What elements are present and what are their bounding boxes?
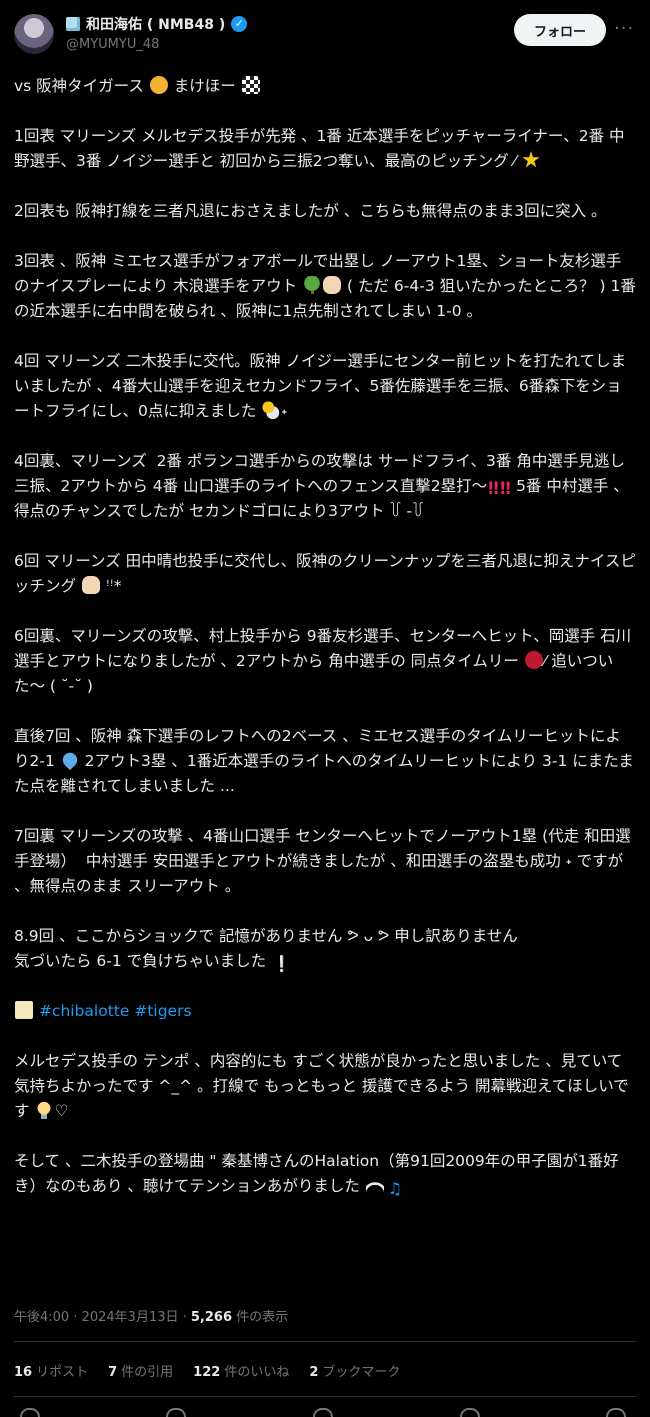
text-segment: 2アウト3塁 、1番近本選手のライトへのタイムリーヒットにより 3-1 にまたま… [14, 752, 634, 795]
views-count: 5,266 [190, 1310, 233, 1325]
tweet-paragraph: 3回表 、阪神 ミエセス選手がフォアボールで出塁し ノーアウト1塁、ショート友杉… [14, 249, 636, 324]
text-segment: メルセデス投手の テンポ 、内容的にも すごく状態が良かったと思いました 、見て… [14, 1052, 629, 1120]
stat-label: 件の引用 [121, 1365, 174, 1380]
tweet-paragraph: 8.9回 、ここからショックで 記憶がありません ᕗ ᴗ ᕗ 申し訳ありません … [14, 924, 636, 974]
bookmark-icon[interactable] [460, 1408, 480, 1417]
memo-icon [15, 1001, 33, 1019]
raised-hands-icon [81, 576, 100, 594]
stat-count: 7 [108, 1365, 118, 1380]
sun-behind-cloud-icon [262, 401, 281, 419]
text-segment: ♡ [54, 1102, 69, 1120]
tree-icon [303, 276, 322, 294]
stat-label: ブックマーク [322, 1365, 401, 1380]
tweet-paragraph: 4回 マリーンズ 二木投手に交代。阪神 ノイジー選手にセンター前ヒットを打たれて… [14, 349, 636, 424]
light-bulb-icon [35, 1101, 54, 1119]
exclamation-icon: ❕ [272, 955, 292, 973]
tweet-timestamp[interactable]: 午後4:00 · 2024年3月13日 · 5,266 件の表示 [14, 1306, 288, 1325]
text-segment: vs 阪神タイガース [14, 77, 144, 95]
text-segment: まけほー [168, 77, 241, 95]
tweet-paragraph: vs 阪神タイガース まけほー [14, 74, 636, 99]
tweet-text: vs 阪神タイガース まけほー 1回表 マリーンズ メルセデス投手が先発 、1番… [14, 70, 636, 1224]
text-segment: そして 、二木投手の登場曲 " 秦基博さんのHalation（第91回2009年… [14, 1152, 619, 1195]
stat-label: 件のいいね [224, 1365, 290, 1380]
checkered-flag-icon [241, 76, 260, 94]
tweet-paragraph: 1回表 マリーンズ メルセデス投手が先発 、1番 近本選手をピッチャーライナー、… [14, 124, 636, 174]
author-name-row[interactable]: 和田海佑 ( NMB48 ) ✓ [66, 14, 248, 34]
tweet-paragraph: そして 、二木投手の登場曲 " 秦基博さんのHalation（第91回2009年… [14, 1149, 636, 1199]
droplet-icon [59, 749, 80, 771]
tweet-paragraph: 2回表も 阪神打線を三者凡退におさえましたが 、こちらも無得点のまま3回に突入 … [14, 202, 607, 220]
views-label: 件の表示 [232, 1310, 289, 1325]
double-exclamation-icon: ‼ [500, 479, 511, 499]
tweet-paragraph: 6回裏、マリーンズの攻撃、村上投手から 9番友杉選手、センターへヒット、岡選手 … [14, 624, 636, 699]
like-icon[interactable] [313, 1408, 333, 1417]
stat-count: 2 [309, 1365, 319, 1380]
stat-count: 122 [193, 1365, 221, 1380]
star-icon [522, 151, 540, 168]
more-options-icon[interactable]: ··· [614, 18, 634, 39]
double-exclamation-icon: ‼ [488, 479, 499, 499]
follow-button[interactable]: フォロー [514, 14, 606, 46]
tweet-paragraph: 直後7回 、阪神 森下選手のレフトへの2ベース 、ミエセス選手のタイムリーヒット… [14, 724, 636, 799]
divider [14, 1396, 636, 1397]
tweet-paragraph: 7回裏 マリーンズの攻撃 、4番山口選手 センターへヒットでノーアウト1塁 (代… [14, 827, 631, 895]
tweet-paragraph: メルセデス投手の テンポ 、内容的にも すごく状態が良かったと思いました 、見て… [14, 1049, 636, 1124]
stat-count: 16 [14, 1365, 33, 1380]
tweet-header: 和田海佑 ( NMB48 ) ✓ @MYUMYU_48 フォロー ··· [0, 0, 650, 70]
tweet-paragraph: 4回裏、マリーンズ 2番 ポランコ選手からの攻撃は サードフライ、3番 角中選手… [14, 449, 636, 524]
text-segment: ꜝꜝ* [100, 577, 122, 595]
ogre-icon [524, 651, 543, 669]
action-bar [0, 1408, 650, 1417]
musical-notes-icon: ♫ [387, 1179, 403, 1198]
tweet-paragraph: #chibalotte #tigers [14, 999, 636, 1024]
divider [14, 1341, 636, 1342]
headphones-icon [365, 1176, 384, 1194]
likes-stat[interactable]: 122 件のいいね [193, 1361, 289, 1380]
verified-badge-icon: ✓ [231, 16, 248, 32]
reposts-stat[interactable]: 16 リポスト [14, 1361, 88, 1380]
text-segment: 8.9回 、ここからショックで 記憶がありません ᕗ ᴗ ᕗ 申し訳ありません … [14, 927, 518, 970]
author-handle[interactable]: @MYUMYU_48 [66, 37, 159, 52]
timestamp-text[interactable]: 午後4:00 · 2024年3月13日 · [14, 1310, 191, 1325]
fist-icon [323, 276, 342, 294]
text-segment: ˖ [281, 402, 288, 420]
ice-cube-icon [66, 17, 80, 31]
repost-icon[interactable] [166, 1408, 186, 1417]
reply-icon[interactable] [20, 1408, 40, 1417]
bookmarks-stat[interactable]: 2 ブックマーク [309, 1361, 400, 1380]
engagement-stats: 16 リポスト 7 件の引用 122 件のいいね 2 ブックマーク [14, 1361, 400, 1380]
share-icon[interactable] [606, 1408, 626, 1417]
text-segment: 4回 マリーンズ 二木投手に交代。阪神 ノイジー選手にセンター前ヒットを打たれて… [14, 352, 627, 420]
hashtag-links[interactable]: #chibalotte #tigers [39, 1002, 192, 1020]
display-name[interactable]: 和田海佑 ( NMB48 ) [86, 14, 225, 34]
quotes-stat[interactable]: 7 件の引用 [108, 1361, 173, 1380]
stat-label: リポスト [36, 1365, 89, 1380]
tweet-paragraph: 6回 マリーンズ 田中晴也投手に交代し、阪神のクリーンナップを三者凡退に抑えナイ… [14, 549, 636, 599]
avatar[interactable] [14, 14, 54, 54]
tiger-face-icon [149, 76, 168, 94]
